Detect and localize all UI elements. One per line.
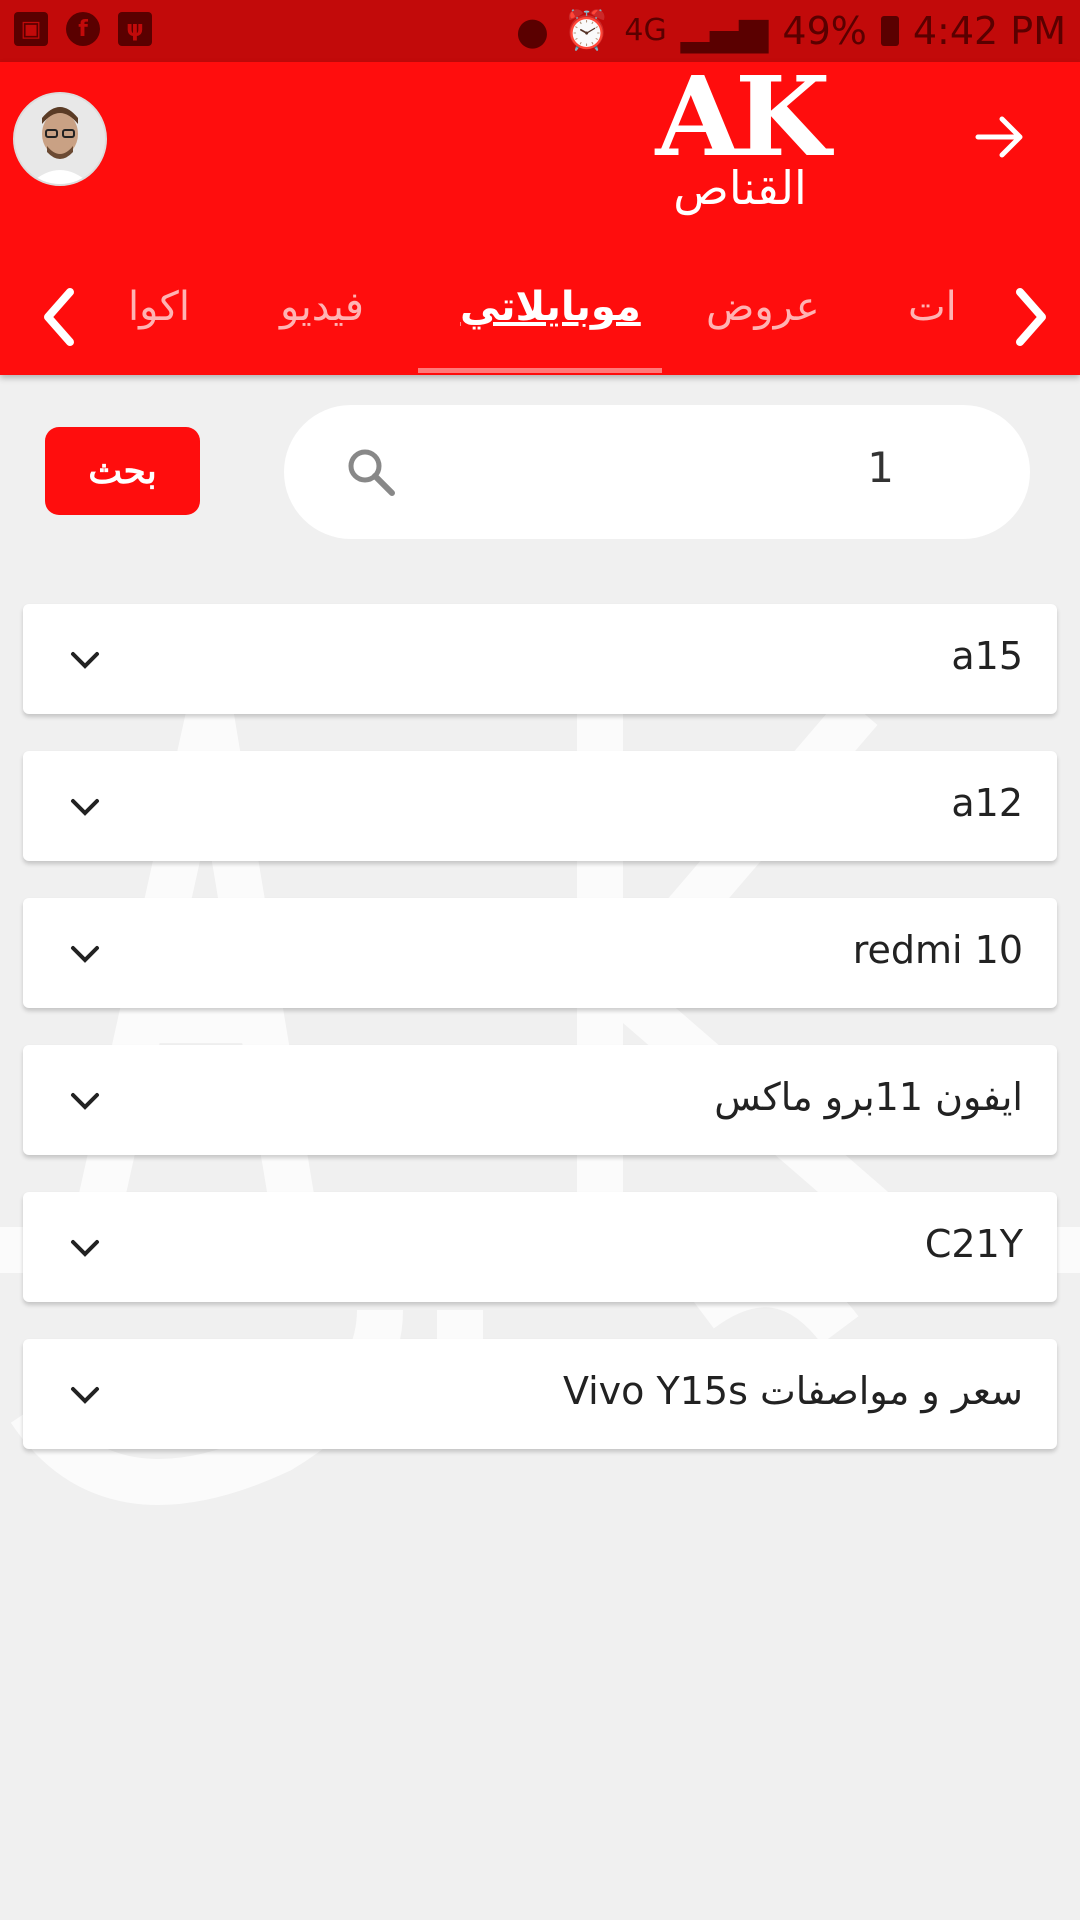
list-item-label: ايفون 11برو ماكس: [714, 1075, 1023, 1119]
signal-icon: ▂▄▆: [680, 8, 769, 53]
list-item-label: C21Y: [924, 1222, 1023, 1266]
chevron-down-icon[interactable]: [67, 789, 103, 825]
chevron-left-icon: [44, 288, 74, 346]
clock: 4:42 PM: [912, 8, 1066, 53]
list-item-label: a12: [951, 781, 1023, 825]
list-item[interactable]: a15: [23, 604, 1057, 714]
tab-aqua[interactable]: اكوا: [128, 284, 190, 330]
battery-percent: 49%: [782, 8, 867, 53]
facebook-notification-icon: f: [66, 12, 100, 46]
search-icon: [348, 449, 395, 496]
list-item[interactable]: C21Y: [23, 1192, 1057, 1302]
logo-mark: AK: [655, 52, 831, 181]
chevron-right-icon: [1016, 288, 1046, 346]
gallery-notification-icon: ▣: [14, 12, 48, 46]
list-item[interactable]: a12: [23, 751, 1057, 861]
list-item-label: redmi 10: [852, 928, 1023, 972]
active-tab-indicator: [418, 368, 662, 373]
user-avatar[interactable]: [13, 92, 107, 186]
list-item[interactable]: ايفون 11برو ماكس: [23, 1045, 1057, 1155]
tab-video[interactable]: فيديو: [280, 284, 364, 330]
battery-icon: [880, 15, 899, 46]
app-header: AK القناص اكوا فيديو موبايلاتي عروض ات: [0, 62, 1080, 375]
forward-arrow-button[interactable]: [970, 107, 1030, 167]
app-logo: AK القناص: [640, 52, 840, 213]
tab-mobiles[interactable]: موبايلاتي: [460, 284, 641, 330]
list-item[interactable]: سعر و مواصفات Vivo Y15s: [23, 1339, 1057, 1449]
status-bar: ▣ f ψ ● ⏰ 4G ▂▄▆ 49% 4:42 PM: [0, 0, 1080, 62]
chevron-down-icon[interactable]: [67, 642, 103, 678]
alarm-icon: ⏰: [563, 8, 611, 52]
chevron-down-icon[interactable]: [67, 1377, 103, 1413]
search-button[interactable]: بحث: [45, 427, 200, 515]
results-list: a15 a12 redmi 10 ايفون 11برو ماكس C21Y س…: [23, 604, 1057, 1486]
list-item[interactable]: redmi 10: [23, 898, 1057, 1008]
network-type: 4G: [624, 13, 667, 48]
search-input-value[interactable]: 1: [867, 443, 894, 492]
chevron-down-icon[interactable]: [67, 936, 103, 972]
list-item-label: a15: [951, 634, 1023, 678]
location-icon: ●: [515, 8, 550, 53]
tabs-scroll-left-button[interactable]: [30, 282, 90, 352]
usb-notification-icon: ψ: [118, 12, 152, 46]
tab-offers[interactable]: عروض: [706, 284, 820, 330]
category-tabs: اكوا فيديو موبايلاتي عروض ات: [0, 262, 1080, 375]
chevron-down-icon[interactable]: [67, 1230, 103, 1266]
tab-partial[interactable]: ات: [908, 284, 957, 330]
tabs-scroll-right-button[interactable]: [1000, 282, 1060, 352]
list-item-label: سعر و مواصفات Vivo Y15s: [562, 1369, 1023, 1413]
arrow-right-icon: [975, 116, 1023, 158]
chevron-down-icon[interactable]: [67, 1083, 103, 1119]
search-field[interactable]: 1: [284, 405, 1030, 539]
